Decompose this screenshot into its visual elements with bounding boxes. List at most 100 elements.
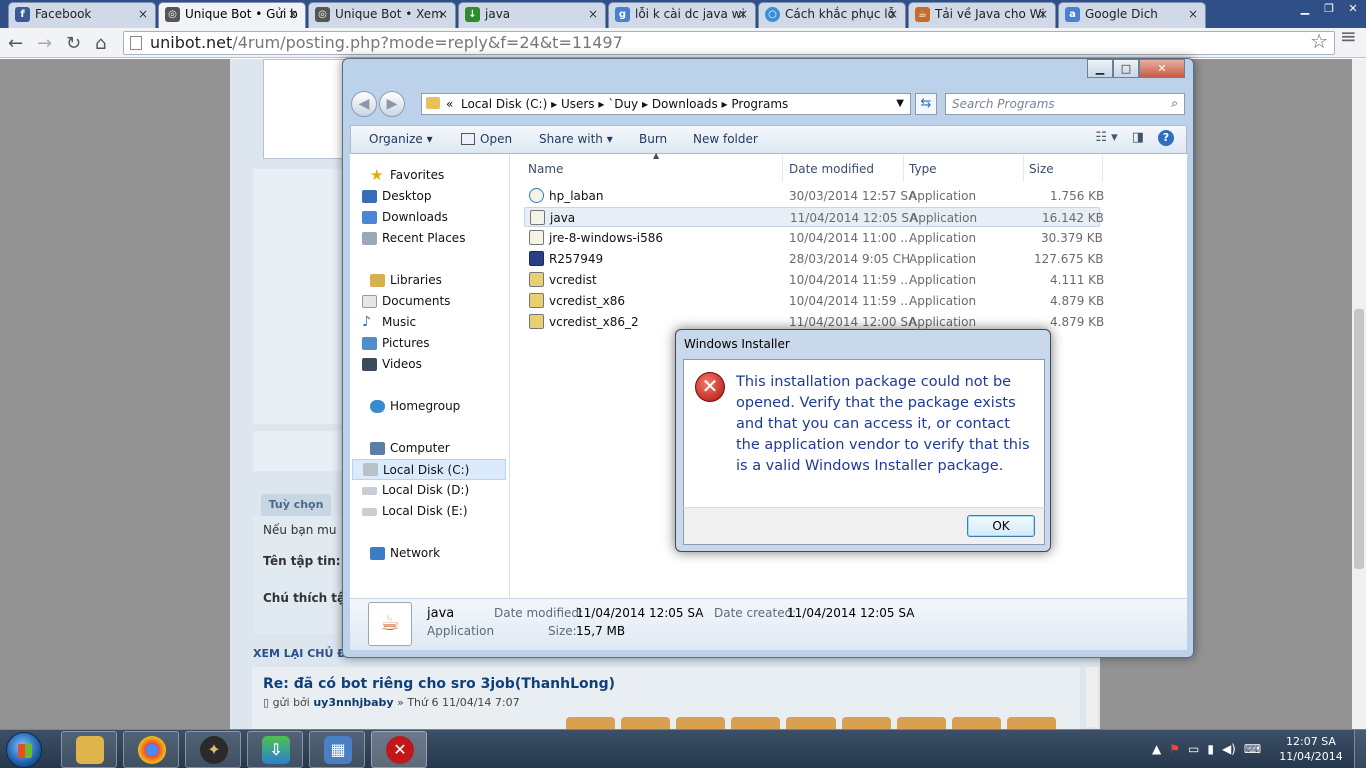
column-header-date[interactable]: Date modified [789,162,874,176]
breadcrumb-users[interactable]: Users [561,97,595,111]
nav-videos[interactable]: Videos [362,357,422,371]
show-desktop-button[interactable] [1354,730,1366,768]
back-arrow-icon[interactable]: ← [8,33,23,54]
file-row-r257949[interactable]: R257949 28/03/2014 9:05 CH Application 127.… [524,249,1104,269]
nav-local-disk-c[interactable]: Local Disk (C:) [352,459,506,480]
file-row-java[interactable]: java 11/04/2014 12:05 SA Application 16.142… [524,207,1104,227]
ok-button[interactable]: OK [967,515,1035,537]
forward-arrow-icon[interactable]: → [37,33,52,54]
tab-tai-ve-java[interactable]: ☕ Tải về Java cho Wi × [908,2,1056,28]
organize-button[interactable]: Organize ▾ [369,132,433,146]
tray-expand-icon[interactable]: ▲ [1152,742,1161,756]
post-scrollbar[interactable] [1086,667,1098,727]
tab-google-dich[interactable]: a Google Dich × [1058,2,1206,28]
preview-pane-icon[interactable]: ◨ [1132,130,1144,146]
hamburger-menu-icon[interactable]: ≡ [1340,26,1358,46]
back-arrow-icon[interactable]: ◀ [351,91,377,117]
tab-unibot-reply[interactable]: ◎ Unique Bot • Gửi b × [158,2,306,28]
nav-downloads[interactable]: Downloads [362,210,448,224]
minimize-icon[interactable]: ▁ [1087,59,1113,78]
volume-icon[interactable]: ◀) [1222,742,1236,756]
column-header-name[interactable]: Name [528,162,563,176]
refresh-icon[interactable]: ⇆ [915,93,937,115]
open-button[interactable]: Open [461,132,512,146]
close-icon[interactable]: × [1188,7,1198,21]
review-topic-heading[interactable]: XEM LẠI CHỦ ĐỀ [253,647,354,660]
restore-icon[interactable]: ❐ [1320,2,1338,16]
file-row-jre-8[interactable]: jre-8-windows-i586 10/04/2014 11:00 ... Ap… [524,228,1103,248]
nav-libraries[interactable]: Libraries [370,273,442,287]
page-scrollbar[interactable] [1352,59,1366,729]
column-divider[interactable] [1023,156,1024,182]
close-icon[interactable]: × [138,7,148,21]
nav-desktop[interactable]: Desktop [362,189,432,203]
share-with-button[interactable]: Share with ▾ [539,132,613,146]
tab-facebook[interactable]: f Facebook × [8,2,156,28]
taskbar-chrome[interactable] [123,731,179,768]
column-divider[interactable] [782,156,783,182]
nav-local-disk-d[interactable]: Local Disk (D:) [362,483,469,497]
reload-icon[interactable]: ↻ [66,33,81,54]
nav-network[interactable]: Network [370,546,440,560]
column-header-type[interactable]: Type [909,162,937,176]
address-bar[interactable]: unibot.net/4rum/posting.php?mode=reply&f… [123,30,1335,55]
column-header-size[interactable]: Size [1029,162,1054,176]
close-icon[interactable]: × [888,7,898,21]
tab-tuy-chon[interactable]: Tuỳ chọn [261,494,331,516]
nav-documents[interactable]: Documents [362,294,450,308]
network-icon[interactable]: ▮ [1207,742,1214,756]
explorer-address-bar[interactable]: « Local Disk (C:) ▸ Users ▸ `Duy ▸ Downl… [421,93,911,115]
bookmark-star-icon[interactable]: ☆ [1310,30,1328,52]
file-row-vcredist[interactable]: vcredist 10/04/2014 11:59 ... Application 4… [524,270,1104,290]
breadcrumb-duy[interactable]: `Duy [608,97,638,111]
search-input[interactable]: Search Programs ⌕ [945,93,1185,115]
tab-google-search[interactable]: g lỗi k cài dc java wi × [608,2,756,28]
home-icon[interactable]: ⌂ [95,33,106,54]
taskbar-control-panel[interactable]: ▦ [309,731,365,768]
view-options-icon[interactable]: ☷ ▾ [1095,130,1117,146]
taskbar-app-bot[interactable]: ✦ [185,731,241,768]
column-divider[interactable] [903,156,904,182]
close-icon[interactable]: × [288,7,298,21]
close-icon[interactable]: × [438,7,448,21]
new-folder-button[interactable]: New folder [693,132,758,146]
close-icon[interactable]: × [738,7,748,21]
clock[interactable]: 12:07 SA 11/04/2014 [1276,734,1346,764]
post-author[interactable]: uy3nnhjbaby [313,696,393,709]
close-icon[interactable]: × [588,7,598,21]
column-divider[interactable] [1102,156,1103,182]
help-icon[interactable]: ? [1158,130,1174,146]
breadcrumb-local-disk-c[interactable]: Local Disk (C:) [461,97,547,111]
start-button[interactable] [6,732,42,768]
close-icon[interactable]: ✕ [1344,2,1362,16]
chevron-down-icon[interactable]: ▼ [896,94,904,114]
close-icon[interactable]: ✕ [1139,59,1185,78]
burn-button[interactable]: Burn [639,132,667,146]
nav-pictures[interactable]: Pictures [362,336,430,350]
taskbar-windows-installer[interactable]: ✕ [371,731,427,768]
nav-local-disk-e[interactable]: Local Disk (E:) [362,504,468,518]
maximize-icon[interactable]: □ [1113,59,1139,78]
nav-recent-places[interactable]: Recent Places [362,231,465,245]
post-title[interactable]: Re: đã có bot riêng cho sro 3job(ThanhLo… [263,676,615,692]
forward-arrow-icon[interactable]: ▶ [379,91,405,117]
tab-cach-khac-phuc[interactable]: ○ Cách khắc phục lỗ × [758,2,906,28]
minimize-icon[interactable]: ▁ [1296,2,1314,16]
nav-music[interactable]: ♪ Music [362,314,416,330]
search-icon[interactable]: ⌕ [1171,96,1178,111]
taskbar-explorer[interactable] [61,731,117,768]
tab-java-download[interactable]: ↓ java × [458,2,606,28]
nav-homegroup[interactable]: Homegroup [370,399,460,413]
scrollbar-thumb[interactable] [1354,309,1364,569]
taskbar-idm[interactable]: ⇩ [247,731,303,768]
close-icon[interactable]: × [1038,7,1048,21]
tab-unibot-view[interactable]: ◎ Unique Bot • Xem × [308,2,456,28]
nav-favorites[interactable]: ★ Favorites [370,166,444,184]
file-row-hp-laban[interactable]: hp_laban 30/03/2014 12:57 SA Application 1.… [524,186,1104,206]
breadcrumb-downloads[interactable]: Downloads [652,97,718,111]
file-row-vcredist-x86[interactable]: vcredist_x86 10/04/2014 11:59 ... Applicat… [524,291,1104,311]
nav-computer[interactable]: Computer [370,441,450,455]
flag-icon[interactable]: ⚑ [1169,742,1180,756]
keyboard-icon[interactable]: ⌨ [1244,742,1261,756]
display-icon[interactable]: ▭ [1188,742,1199,756]
